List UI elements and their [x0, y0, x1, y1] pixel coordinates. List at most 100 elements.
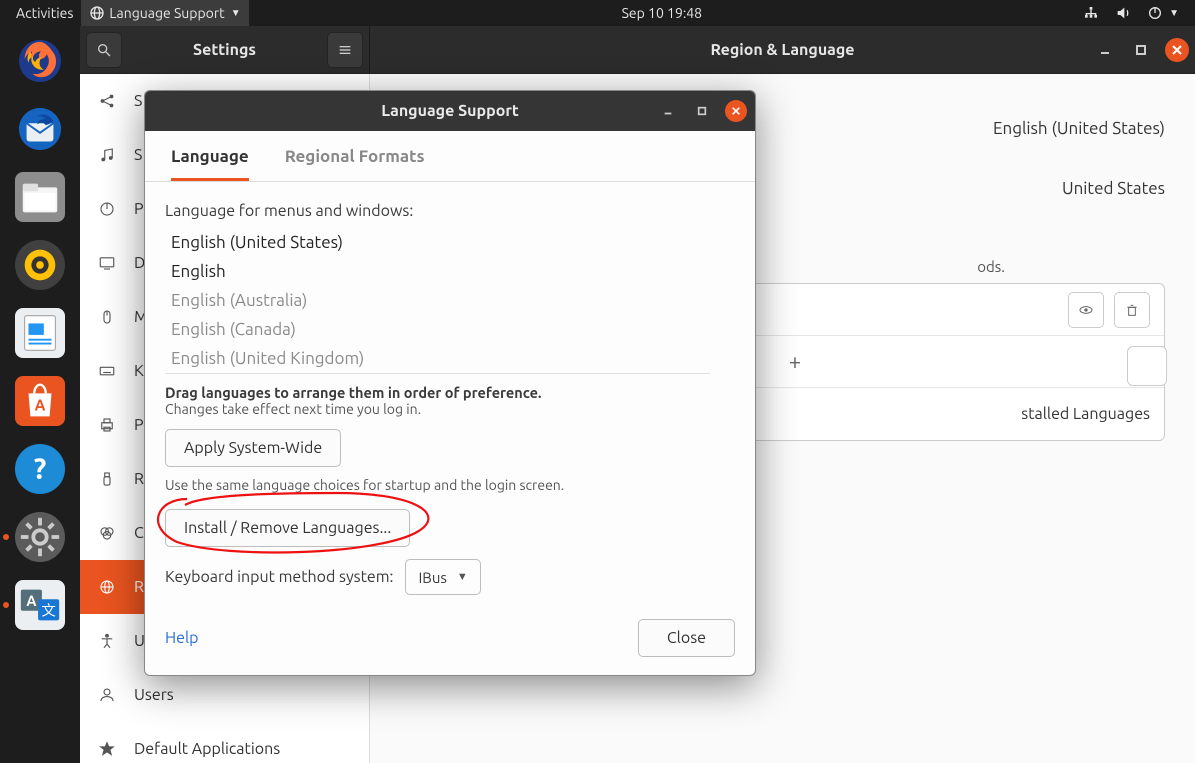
maximize-icon: [1135, 44, 1147, 56]
sidebar-item-default-apps[interactable]: Default Applications: [80, 722, 369, 763]
appmenu-button[interactable]: Language Support ▼: [81, 0, 248, 26]
sidebar-label: P: [134, 200, 144, 218]
sidebar-label: S: [134, 146, 142, 164]
apply-hint: Use the same language choices for startu…: [165, 477, 735, 493]
tab-label: Regional Formats: [285, 147, 425, 166]
hamburger-button[interactable]: [327, 32, 363, 68]
language-row[interactable]: English (Canada): [165, 315, 710, 344]
globe-icon: [98, 578, 116, 596]
language-priority-list[interactable]: English (United States) English English …: [165, 228, 710, 374]
dialog-minimize-button[interactable]: [657, 100, 679, 122]
color-icon: [98, 524, 116, 542]
drag-note: Drag languages to arrange them in order …: [165, 384, 735, 401]
shopping-bag-icon: A: [17, 378, 63, 424]
volume-icon: [1115, 5, 1131, 21]
kbd-method-select[interactable]: IBus ▼: [405, 559, 480, 595]
mouse-icon: [98, 308, 116, 326]
chevron-down-icon: ▼: [457, 571, 468, 583]
apply-system-wide-button[interactable]: Apply System-Wide: [165, 429, 341, 467]
sidebar-label: K: [134, 362, 144, 380]
gear-icon: [1138, 357, 1156, 375]
dialog-footer: Help Close: [145, 611, 755, 675]
kbd-method-label: Keyboard input method system:: [165, 568, 393, 586]
network-icon: [1083, 5, 1099, 21]
minimize-button[interactable]: [1093, 38, 1117, 62]
tab-language[interactable]: Language: [171, 147, 249, 181]
close-icon: [731, 106, 741, 116]
firefox-icon: [17, 38, 63, 84]
formats-value: United States: [1062, 179, 1165, 198]
gnome-topbar: Activities Language Support ▼ Sep 10 19:…: [0, 0, 1195, 26]
maximize-button[interactable]: [1129, 38, 1153, 62]
dock-libreoffice[interactable]: [13, 306, 67, 360]
eye-icon: [1078, 302, 1094, 318]
preview-layout-button[interactable]: [1068, 292, 1104, 328]
help-link[interactable]: Help: [165, 629, 199, 647]
dialog-title: Language Support: [381, 102, 519, 120]
power-icon: [1147, 5, 1163, 21]
minimize-icon: [1099, 44, 1111, 56]
svg-text:A: A: [26, 593, 36, 609]
globe-icon: [89, 5, 105, 21]
clock-label: Sep 10 19:48: [622, 5, 703, 21]
clock-button[interactable]: Sep 10 19:48: [614, 0, 711, 26]
language-support-dialog: Language Support Language Regional Forma…: [144, 90, 756, 676]
close-button[interactable]: [1165, 38, 1189, 62]
dialog-maximize-button[interactable]: [691, 100, 713, 122]
writer-icon: [17, 310, 63, 356]
menus-windows-label: Language for menus and windows:: [165, 202, 735, 220]
dock-settings[interactable]: [13, 510, 67, 564]
chevron-down-icon: ▼: [231, 7, 241, 19]
volume-indicator[interactable]: [1107, 0, 1139, 26]
close-icon: [1171, 44, 1183, 56]
trash-icon: [1124, 302, 1140, 318]
close-dialog-button[interactable]: Close: [638, 619, 735, 657]
language-row[interactable]: English (United States): [165, 228, 710, 257]
sidebar-label: Default Applications: [134, 740, 280, 758]
dock-thunderbird[interactable]: [13, 102, 67, 156]
appmenu-label: Language Support: [109, 5, 224, 21]
keyboard-icon: [98, 362, 116, 380]
sidebar-item-users[interactable]: Users: [80, 668, 369, 722]
tab-regional-formats[interactable]: Regional Formats: [285, 147, 425, 181]
manage-languages-label: stalled Languages: [1021, 405, 1150, 423]
dock-firefox[interactable]: [13, 34, 67, 88]
link-label: Help: [165, 629, 199, 647]
sidebar-label: R: [134, 578, 144, 596]
dock-rhythmbox[interactable]: [13, 238, 67, 292]
language-row[interactable]: English (Australia): [165, 286, 710, 315]
chevron-down-icon: ▼: [1169, 7, 1179, 19]
network-indicator[interactable]: [1075, 0, 1107, 26]
language-row[interactable]: English: [165, 257, 710, 286]
files-icon: [17, 174, 63, 220]
language-row[interactable]: English (United Kingdom): [165, 344, 710, 373]
usb-icon: [98, 470, 116, 488]
svg-text:A: A: [35, 397, 46, 414]
display-icon: [98, 254, 116, 272]
dock-files[interactable]: [13, 170, 67, 224]
install-remove-languages-button[interactable]: Install / Remove Languages...: [165, 509, 410, 547]
sidebar-label: R: [134, 470, 144, 488]
maximize-icon: [697, 106, 707, 116]
dock-help[interactable]: ?: [13, 442, 67, 496]
search-button[interactable]: [86, 32, 122, 68]
dock-language-support[interactable]: A文: [13, 578, 67, 632]
search-icon: [96, 42, 112, 58]
accessibility-icon: [98, 632, 116, 650]
svg-text:文: 文: [41, 603, 55, 619]
dialog-titlebar[interactable]: Language Support: [145, 91, 755, 131]
plus-icon: +: [789, 349, 801, 374]
user-icon: [98, 686, 116, 704]
dock-software[interactable]: A: [13, 374, 67, 428]
activities-label: Activities: [16, 5, 73, 21]
activities-button[interactable]: Activities: [8, 0, 81, 26]
remove-source-button[interactable]: [1114, 292, 1150, 328]
input-options-button[interactable]: [1127, 346, 1167, 386]
hamburger-icon: [337, 42, 353, 58]
login-note: Changes take effect next time you log in…: [165, 401, 735, 417]
language-value: English (United States): [993, 119, 1165, 138]
share-icon: [98, 92, 116, 110]
dialog-close-button[interactable]: [725, 100, 747, 122]
power-indicator[interactable]: ▼: [1139, 0, 1187, 26]
button-label: Install / Remove Languages...: [184, 519, 391, 537]
